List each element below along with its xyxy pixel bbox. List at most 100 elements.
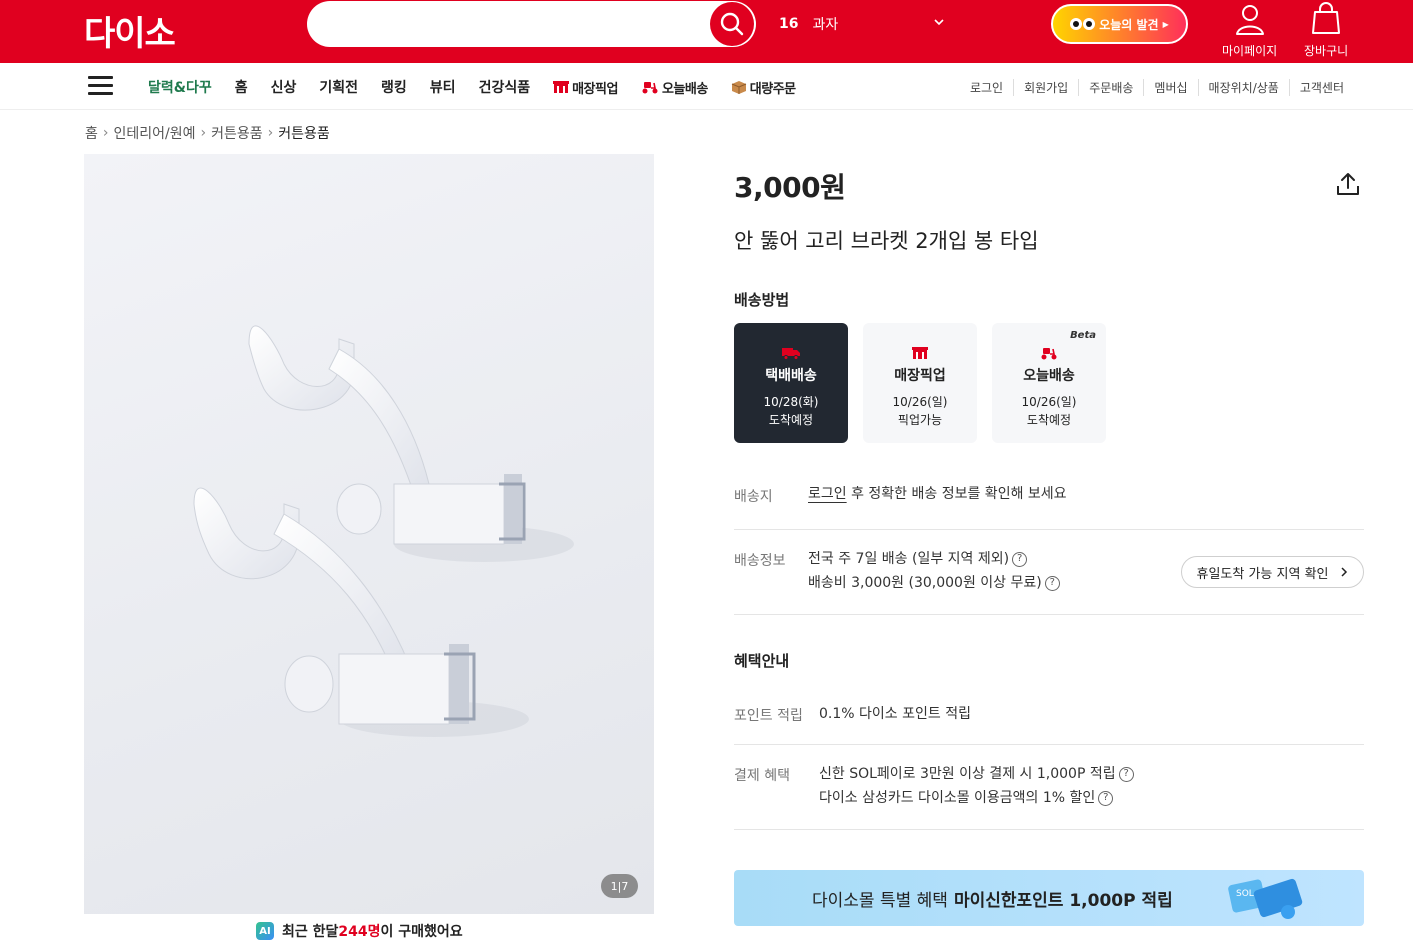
search-bar[interactable] xyxy=(307,1,756,47)
store-icon xyxy=(553,81,570,93)
shipping-option-name: 택배배송 xyxy=(765,368,817,384)
shipping-option-today[interactable]: Beta 오늘배송 10/26(일) 도착예정 xyxy=(992,323,1106,443)
banner-bold-text: 마이신한포인트 1,000P 적립 xyxy=(953,890,1173,911)
destination-login-link[interactable]: 로그인 xyxy=(808,486,847,502)
shopping-bag-icon xyxy=(1312,2,1341,34)
discover-label: 오늘의 발견 xyxy=(1099,17,1159,32)
share-icon[interactable] xyxy=(1335,171,1361,197)
nav-item-today-delivery[interactable]: 오늘배송 xyxy=(641,78,708,97)
chevron-right-icon: › xyxy=(102,125,109,141)
shipping-options: 택배배송 10/28(화) 도착예정 매장픽업 10/26(일) 픽업가능 Be… xyxy=(734,323,1106,443)
shipping-option-date: 10/26(일) xyxy=(1021,395,1077,409)
today-discover-button[interactable]: 오늘의 발견 ▶ xyxy=(1051,4,1188,44)
top-header: 다이소 16 과자 오늘의 발견 ▶ 마이페이지 장바구니 xyxy=(0,0,1413,63)
scooter-icon xyxy=(1041,348,1057,360)
mypage-label: 마이페이지 xyxy=(1222,44,1278,58)
cart-button[interactable]: 장바구니 xyxy=(1304,2,1348,59)
product-title: 안 뚫어 고리 브라켓 2개입 봉 타입 xyxy=(734,229,1039,253)
truck-icon xyxy=(782,348,800,360)
destination-text: 로그인 후 정확한 배송 정보를 확인해 보세요 xyxy=(808,482,1067,506)
point-label: 포인트 적립 xyxy=(734,708,803,724)
divider xyxy=(734,614,1364,615)
mypage-button[interactable]: 마이페이지 xyxy=(1222,2,1277,59)
chevron-down-icon[interactable] xyxy=(932,15,946,29)
daiso-logo[interactable]: 다이소 xyxy=(84,6,176,55)
search-icon xyxy=(720,12,744,36)
banner-text: 다이소몰 특별 혜택 xyxy=(812,890,948,911)
nav-item-store-pickup-label: 매장픽업 xyxy=(572,81,618,97)
box-icon xyxy=(731,81,746,94)
chevron-right-icon: › xyxy=(200,125,207,141)
bracket-product-illustration xyxy=(193,325,574,737)
payment-benefit-text: 신한 SOL페이로 3만원 이상 결제 시 1,000P 적립? 다이소 삼성카… xyxy=(819,762,1134,810)
help-icon[interactable]: ? xyxy=(1012,551,1028,567)
search-input[interactable] xyxy=(327,11,697,37)
divider xyxy=(734,744,1364,745)
login-link[interactable]: 로그인 xyxy=(960,79,1013,96)
shipping-option-date: 10/28(화) xyxy=(763,395,819,409)
shipping-option-name: 오늘배송 xyxy=(1023,368,1075,384)
cart-label: 장바구니 xyxy=(1304,44,1349,58)
breadcrumb: 홈 › 인테리어/원예 › 커튼용품 › 커튼용품 xyxy=(85,123,330,143)
store-icon xyxy=(912,347,928,359)
help-icon[interactable]: ? xyxy=(1098,790,1114,806)
order-tracking-link[interactable]: 주문배송 xyxy=(1078,79,1143,96)
utility-links: 로그인 회원가입 주문배송 멤버십 매장위치/상품 고객센터 xyxy=(960,79,1354,96)
menu-icon[interactable] xyxy=(88,76,113,95)
nav-item-bulk-order[interactable]: 대량주문 xyxy=(731,78,796,97)
breadcrumb-current[interactable]: 커튼용품 xyxy=(278,123,330,143)
divider xyxy=(734,829,1364,830)
nav-item-ranking[interactable]: 랭킹 xyxy=(381,77,407,97)
breadcrumb-interior[interactable]: 인테리어/원예 xyxy=(114,123,196,143)
nav-item-calendar[interactable]: 달력&다꾸 xyxy=(148,77,212,97)
beta-badge: Beta xyxy=(1070,330,1096,341)
product-image[interactable]: 1|7 xyxy=(84,154,654,914)
breadcrumb-home[interactable]: 홈 xyxy=(85,123,98,143)
customer-center-link[interactable]: 고객센터 xyxy=(1288,79,1354,96)
shipping-option-note: 도착예정 xyxy=(768,413,814,427)
store-locator-link[interactable]: 매장위치/상품 xyxy=(1197,79,1289,96)
search-button[interactable] xyxy=(710,2,754,46)
shipping-option-name: 매장픽업 xyxy=(894,368,946,384)
shipping-info-text: 전국 주 7일 배송 (일부 지역 제외)? 배송비 3,000원 (30,00… xyxy=(808,547,1060,595)
signup-link[interactable]: 회원가입 xyxy=(1013,79,1078,96)
nav-item-today-delivery-label: 오늘배송 xyxy=(661,81,708,97)
eyes-icon xyxy=(1070,18,1096,30)
scooter-icon xyxy=(642,82,658,94)
shipping-info-line1: 전국 주 7일 배송 (일부 지역 제외) xyxy=(808,551,1010,567)
nav-item-events[interactable]: 기획전 xyxy=(319,77,358,97)
destination-label: 배송지 xyxy=(734,489,773,505)
rank-keyword: 과자 xyxy=(812,17,839,33)
point-text: 0.1% 다이소 포인트 적립 xyxy=(819,706,971,722)
chevron-right-icon: › xyxy=(267,125,274,141)
holiday-delivery-label: 휴일도착 가능 지역 확인 xyxy=(1196,566,1329,582)
buyers-count: 244명 xyxy=(338,924,381,940)
image-counter: 1|7 xyxy=(601,874,638,898)
nav-item-beauty[interactable]: 뷰티 xyxy=(430,77,456,97)
buyers-suffix: 이 구매했어요 xyxy=(380,924,463,940)
membership-link[interactable]: 멤버십 xyxy=(1143,79,1197,96)
nav-item-home[interactable]: 홈 xyxy=(235,77,248,97)
play-arrow-icon: ▶ xyxy=(1162,19,1169,29)
help-icon[interactable]: ? xyxy=(1044,575,1060,591)
payment-benefit-line1: 신한 SOL페이로 3만원 이상 결제 시 1,000P 적립 xyxy=(819,766,1116,782)
shipping-option-parcel[interactable]: 택배배송 10/28(화) 도착예정 xyxy=(734,323,848,443)
breadcrumb-curtain[interactable]: 커튼용품 xyxy=(211,123,263,143)
nav-item-bulk-order-label: 대량주문 xyxy=(749,81,796,97)
nav-item-store-pickup[interactable]: 매장픽업 xyxy=(553,78,618,97)
shipping-heading: 배송방법 xyxy=(734,291,790,309)
shipping-option-date: 10/26(일) xyxy=(892,395,948,409)
realtime-rank[interactable]: 16 과자 xyxy=(779,14,838,34)
nav-item-health[interactable]: 건강식품 xyxy=(479,77,531,97)
holiday-delivery-button[interactable]: 휴일도착 가능 지역 확인 xyxy=(1181,556,1364,588)
shipping-option-note: 도착예정 xyxy=(1026,413,1072,427)
shipping-info-label: 배송정보 xyxy=(734,553,786,569)
divider xyxy=(734,529,1364,530)
user-icon xyxy=(1235,5,1264,35)
card-coin-illustration: SOL xyxy=(1228,878,1303,919)
help-icon[interactable]: ? xyxy=(1118,766,1134,782)
shipping-option-store-pickup[interactable]: 매장픽업 10/26(일) 픽업가능 xyxy=(863,323,977,443)
payment-benefit-label: 결제 혜택 xyxy=(734,768,790,784)
nav-menu: 달력&다꾸 홈 신상 기획전 랭킹 뷰티 건강식품 매장픽업 오늘배송 대량주문 xyxy=(148,77,819,97)
nav-item-new[interactable]: 신상 xyxy=(271,77,297,97)
